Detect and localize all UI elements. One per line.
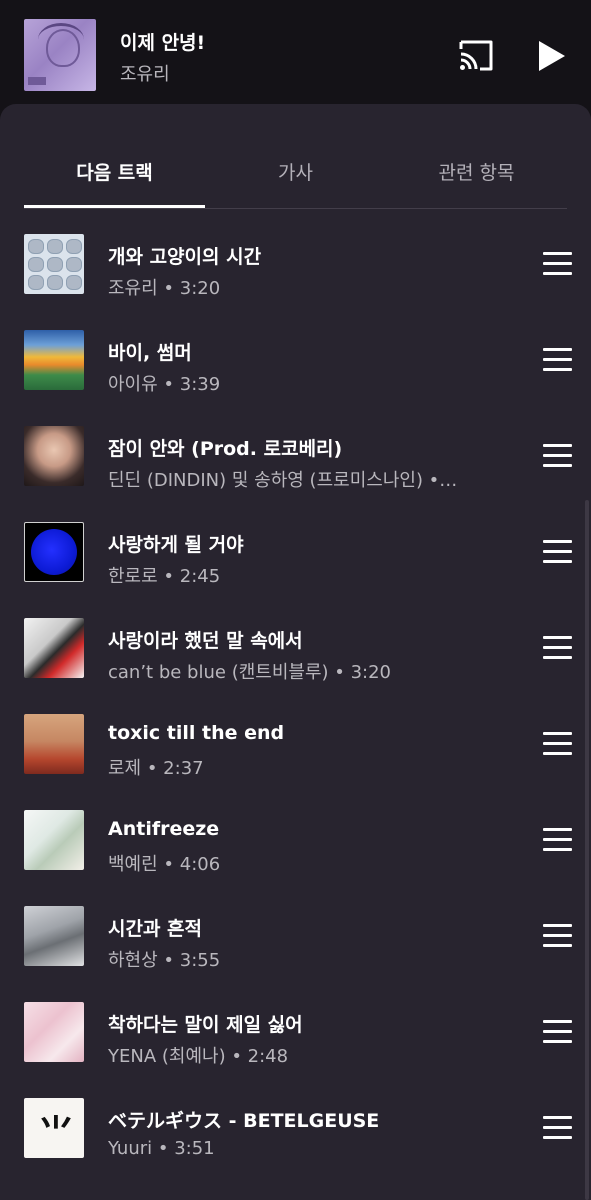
track-subtitle: can’t be blue (캔트비블루) • 3:20 (108, 662, 392, 683)
drag-handle-icon[interactable] (543, 444, 572, 468)
drag-handle-icon[interactable] (543, 828, 572, 852)
tab-lyrics[interactable]: 가사 (205, 158, 386, 185)
track-title: Antifreeze (108, 818, 220, 840)
track-thumbnail (24, 714, 84, 774)
track-subtitle: 아이유 • 3:39 (108, 374, 221, 395)
now-playing-title[interactable]: 이제 안녕! (120, 28, 205, 55)
track-thumbnail (24, 330, 84, 390)
track-title: 시간과 흔적 (108, 918, 203, 940)
track-title: toxic till the end (108, 722, 285, 744)
drag-handle-icon[interactable] (543, 1020, 572, 1044)
track-thumbnail (24, 618, 84, 678)
track-thumbnail (24, 1002, 84, 1062)
track-thumbnail: ⺌ (24, 1098, 84, 1158)
track-subtitle: 한로로 • 2:45 (108, 566, 221, 587)
track-subtitle: 하현상 • 3:55 (108, 950, 221, 971)
drag-handle-icon[interactable] (543, 636, 572, 660)
track-thumbnail (24, 906, 84, 966)
track-subtitle: 딘딘 (DINDIN) 및 송하영 (프로미스나인) •… (108, 470, 458, 491)
play-icon[interactable] (534, 38, 568, 74)
track-title: 사랑이라 했던 말 속에서 (108, 630, 303, 652)
track-thumbnail (24, 810, 84, 870)
track-subtitle: 로제 • 2:37 (108, 758, 204, 779)
track-subtitle: 백예린 • 4:06 (108, 854, 221, 875)
track-thumbnail (24, 234, 84, 294)
now-playing-artist[interactable]: 조유리 (120, 60, 170, 86)
track-title: 바이, 썸머 (108, 342, 192, 364)
drag-handle-icon[interactable] (543, 540, 572, 564)
track-subtitle: Yuuri • 3:51 (108, 1138, 215, 1159)
queue-item[interactable]: 사랑하게 될 거야 한로로 • 2:45 (0, 496, 591, 592)
track-title: 사랑하게 될 거야 (108, 534, 244, 556)
queue-item[interactable]: 착하다는 말이 제일 싫어 YENA (최예나) • 2:48 (0, 976, 591, 1072)
music-player-app: 이제 안녕! 조유리 다음 트랙 가사 관련 항목 개와 고양이의 시간 조유리… (0, 0, 591, 1200)
drag-handle-icon[interactable] (543, 924, 572, 948)
track-subtitle: 조유리 • 3:20 (108, 278, 221, 299)
track-thumbnail (24, 522, 84, 582)
album-art-tag (28, 77, 46, 85)
track-subtitle: YENA (최예나) • 2:48 (108, 1046, 289, 1067)
panel-tabs: 다음 트랙 가사 관련 항목 (24, 104, 567, 209)
queue-item[interactable]: 시간과 흔적 하현상 • 3:55 (0, 880, 591, 976)
tab-related[interactable]: 관련 항목 (386, 158, 567, 185)
cast-icon[interactable] (456, 38, 496, 74)
drag-handle-icon[interactable] (543, 252, 572, 276)
track-thumbnail (24, 426, 84, 486)
tab-up-next[interactable]: 다음 트랙 (24, 158, 205, 185)
queue-item[interactable]: 잠이 안와 (Prod. 로코베리) 딘딘 (DINDIN) 및 송하영 (프로… (0, 400, 591, 496)
queue-item[interactable]: ⺌ ベテルギウス - BETELGEUSE Yuuri • 3:51 (0, 1072, 591, 1168)
queue-item[interactable]: toxic till the end 로제 • 2:37 (0, 688, 591, 784)
drag-handle-icon[interactable] (543, 348, 572, 372)
drag-handle-icon[interactable] (543, 732, 572, 756)
up-next-panel: 다음 트랙 가사 관련 항목 개와 고양이의 시간 조유리 • 3:20 바이,… (0, 104, 591, 1200)
track-title: 잠이 안와 (Prod. 로코베리) (108, 438, 343, 460)
now-playing-album-art[interactable] (24, 19, 96, 91)
track-title: ベテルギウス - BETELGEUSE (108, 1110, 380, 1132)
queue-item[interactable]: Antifreeze 백예린 • 4:06 (0, 784, 591, 880)
mini-player[interactable]: 이제 안녕! 조유리 (0, 0, 591, 104)
track-title: 착하다는 말이 제일 싫어 (108, 1014, 303, 1036)
queue-item[interactable]: 개와 고양이의 시간 조유리 • 3:20 (0, 208, 591, 304)
queue-item[interactable]: 바이, 썸머 아이유 • 3:39 (0, 304, 591, 400)
drag-handle-icon[interactable] (543, 1116, 572, 1140)
album-art-face (46, 29, 80, 67)
track-title: 개와 고양이의 시간 (108, 246, 262, 268)
scrollbar[interactable] (585, 500, 589, 1200)
queue-item[interactable]: 사랑이라 했던 말 속에서 can’t be blue (캔트비블루) • 3:… (0, 592, 591, 688)
